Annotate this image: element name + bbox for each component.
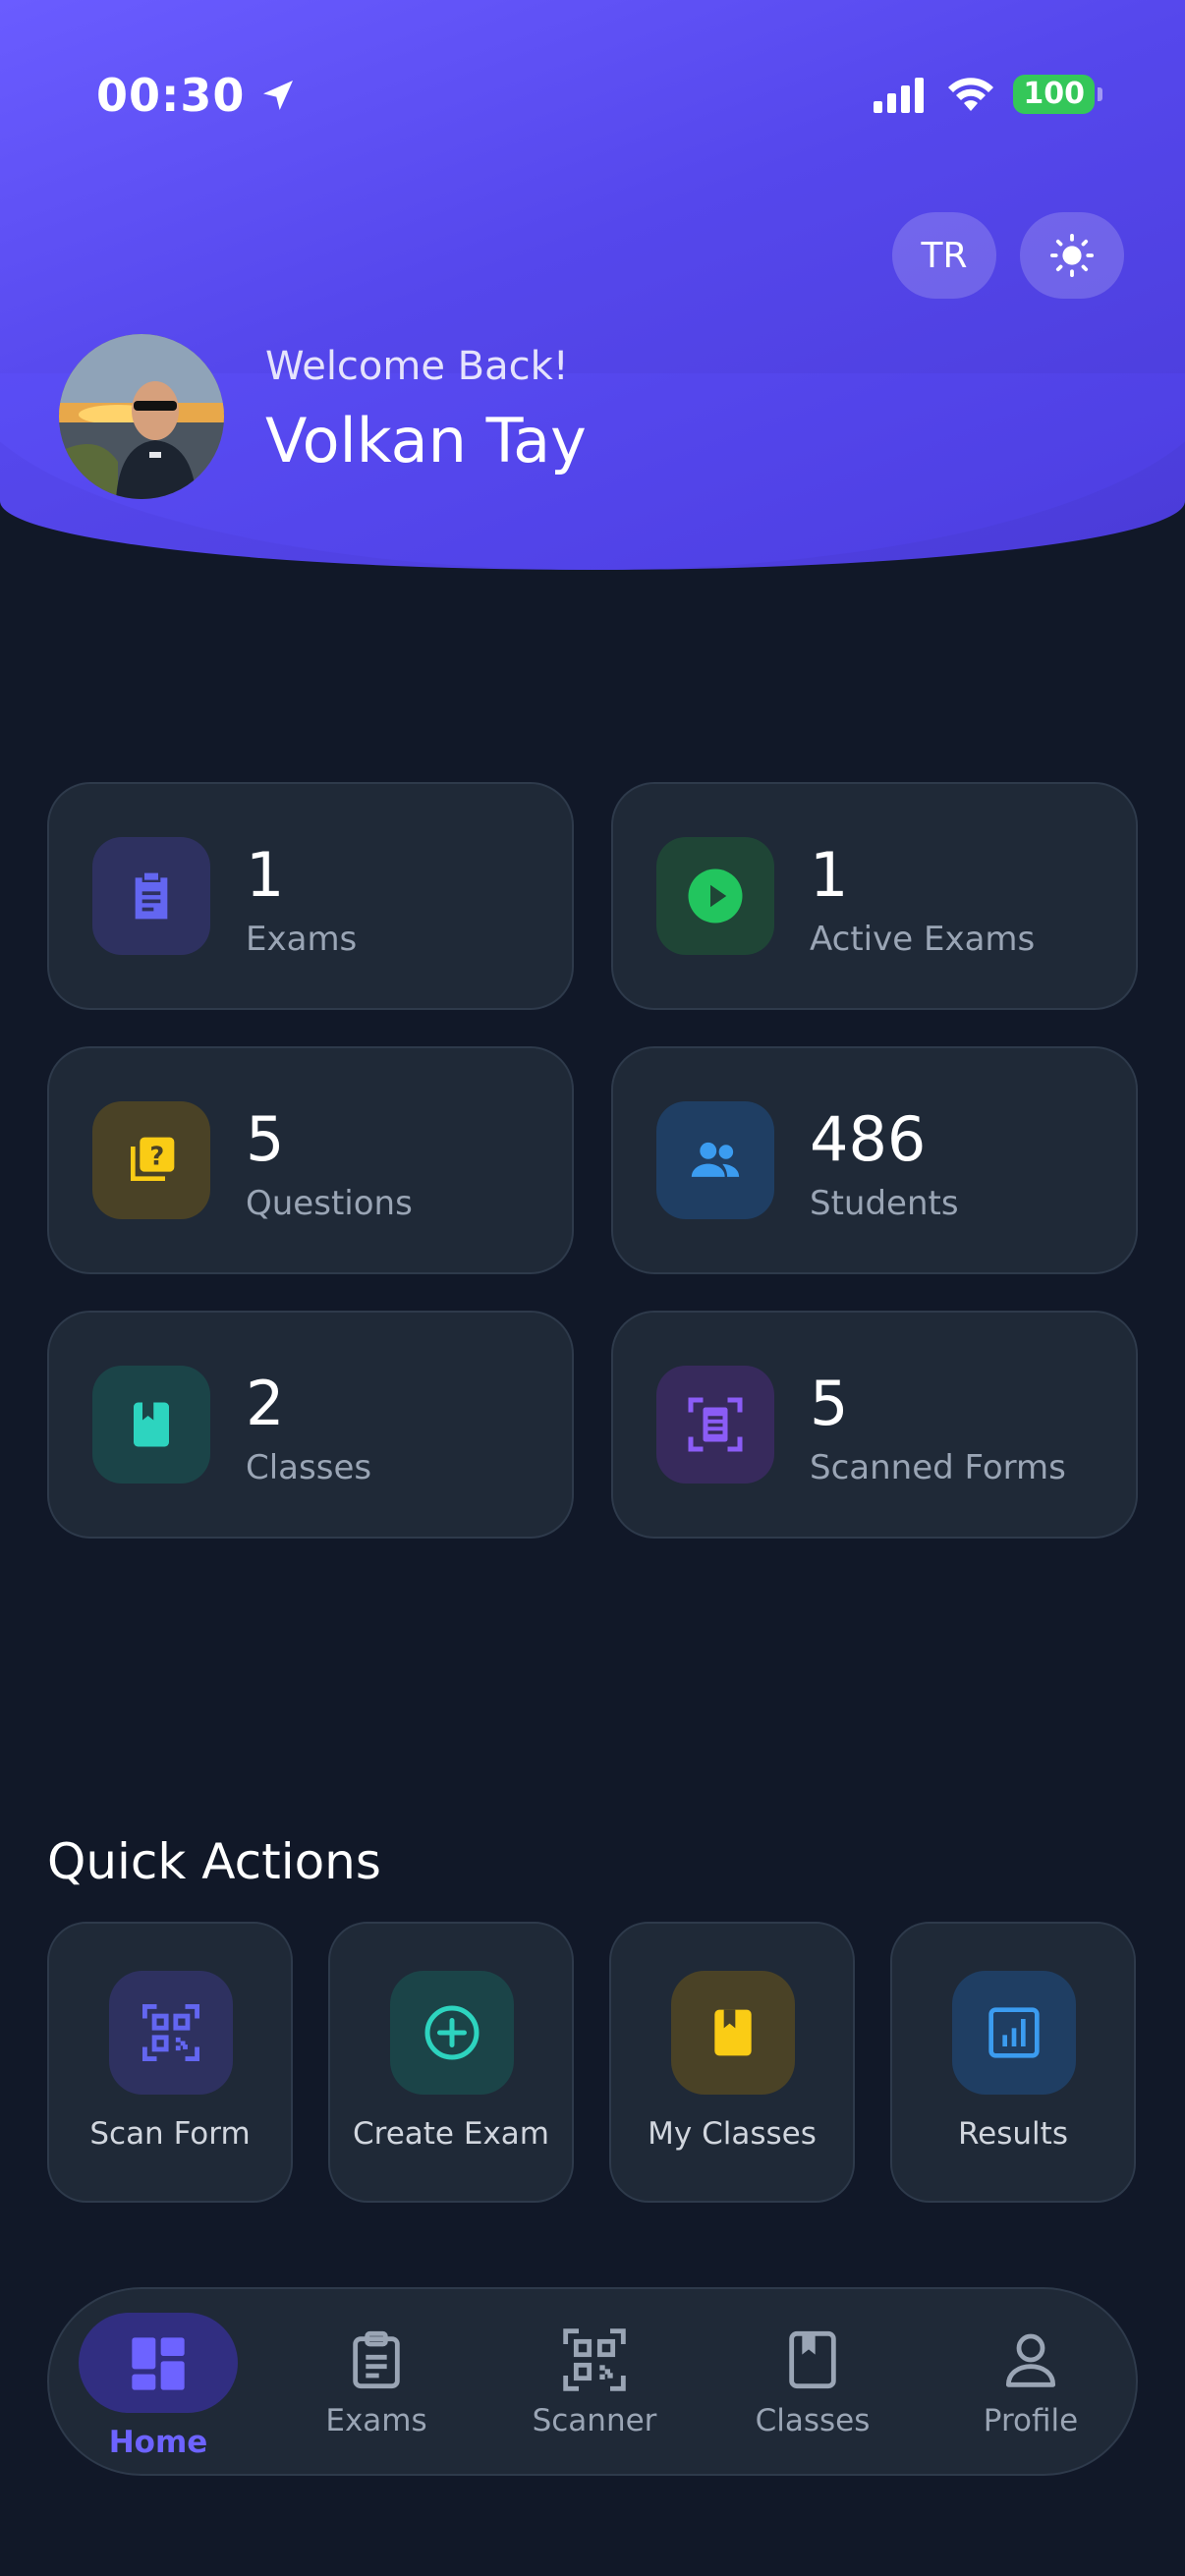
person-icon [1005, 2333, 1056, 2387]
nav-label: Profile [983, 2403, 1079, 2438]
stat-icon-bg [92, 837, 210, 955]
quick-action-label: Scan Form [89, 2116, 251, 2152]
quick-action-icon-bg [671, 1971, 795, 2095]
stat-icon-bg: ? [92, 1101, 210, 1219]
status-time-text: 00:30 [96, 69, 246, 122]
nav-label: Exams [325, 2403, 427, 2438]
people-icon [691, 1142, 740, 1177]
stat-card-active-exams[interactable]: 1 Active Exams [611, 782, 1138, 1010]
stat-card-exams[interactable]: 1 Exams [47, 782, 574, 1010]
stat-value: 1 [810, 839, 849, 911]
user-name: Volkan Tay [265, 405, 587, 476]
quick-action-label: Create Exam [353, 2116, 549, 2152]
dashboard-icon [132, 2337, 185, 2390]
quick-action-label: Results [958, 2116, 1068, 2152]
quick-action-results[interactable]: Results [890, 1922, 1136, 2203]
avatar[interactable] [59, 334, 224, 499]
stat-value: 486 [810, 1103, 927, 1175]
quick-action-my-classes[interactable]: My Classes [609, 1922, 855, 2203]
stat-value: 2 [246, 1368, 285, 1439]
clipboard-icon [353, 2330, 400, 2389]
nav-item-classes[interactable]: Classes [714, 2289, 911, 2478]
book-icon [134, 1402, 169, 1447]
nav-label: Home [108, 2425, 208, 2460]
stat-card-classes[interactable]: 2 Classes [47, 1311, 574, 1539]
stat-label: Scanned Forms [810, 1448, 1066, 1487]
welcome-text: Welcome Back! [265, 344, 569, 389]
quick-action-label: My Classes [648, 2116, 817, 2152]
stat-label: Classes [246, 1448, 372, 1487]
clipboard-icon [135, 872, 168, 920]
stat-icon-bg [656, 837, 774, 955]
language-toggle-button[interactable]: TR [892, 212, 996, 299]
nav-item-exams[interactable]: Exams [278, 2289, 475, 2478]
stat-card-questions[interactable]: ? 5 Questions [47, 1046, 574, 1274]
avatar-photo [59, 334, 224, 499]
stat-value: 5 [246, 1103, 285, 1175]
stat-icon-bg [656, 1101, 774, 1219]
stat-icon-bg [656, 1366, 774, 1484]
battery-indicator: 100 [1013, 75, 1102, 114]
stat-icon-bg [92, 1366, 210, 1484]
status-bar-time: 00:30 [96, 69, 298, 122]
quick-action-create-exam[interactable]: Create Exam [328, 1922, 574, 2203]
quick-actions-title: Quick Actions [47, 1833, 381, 1890]
stat-label: Students [810, 1184, 959, 1223]
question-stack-icon: ? [131, 1137, 175, 1181]
qr-scan-icon [563, 2328, 626, 2391]
nav-label: Classes [755, 2403, 871, 2438]
quick-action-icon-bg [109, 1971, 233, 2095]
sun-icon [1049, 233, 1095, 278]
location-arrow-icon [263, 81, 294, 110]
chart-icon [988, 2007, 1040, 2058]
book-icon [714, 2009, 752, 2056]
nav-item-home[interactable]: Home [60, 2289, 256, 2478]
quick-action-icon-bg [390, 1971, 514, 2095]
nav-item-scanner[interactable]: Scanner [496, 2289, 693, 2478]
nav-item-profile[interactable]: Profile [932, 2289, 1129, 2478]
wifi-icon [948, 78, 994, 111]
bottom-navigation: Home Exams Scanner Classes Profile [47, 2287, 1138, 2476]
quick-action-icon-bg [952, 1971, 1076, 2095]
qr-scan-icon [142, 2004, 199, 2061]
plus-circle-icon [424, 2005, 480, 2060]
stat-label: Exams [246, 920, 358, 959]
status-bar-indicators: 100 [872, 75, 1102, 114]
nav-label: Scanner [532, 2403, 657, 2438]
quick-action-scan-form[interactable]: Scan Form [47, 1922, 293, 2203]
play-circle-icon [688, 868, 743, 924]
document-scan-icon [688, 1397, 743, 1452]
svg-text:?: ? [149, 1143, 164, 1172]
stat-value: 1 [246, 839, 285, 911]
stat-card-students[interactable]: 486 Students [611, 1046, 1138, 1274]
stat-label: Questions [246, 1184, 413, 1223]
book-icon [789, 2330, 836, 2389]
stat-label: Active Exams [810, 920, 1036, 959]
cellular-signal-icon [874, 78, 925, 113]
theme-toggle-button[interactable] [1020, 212, 1124, 299]
stat-value: 5 [810, 1368, 849, 1439]
stat-card-scanned-forms[interactable]: 5 Scanned Forms [611, 1311, 1138, 1539]
